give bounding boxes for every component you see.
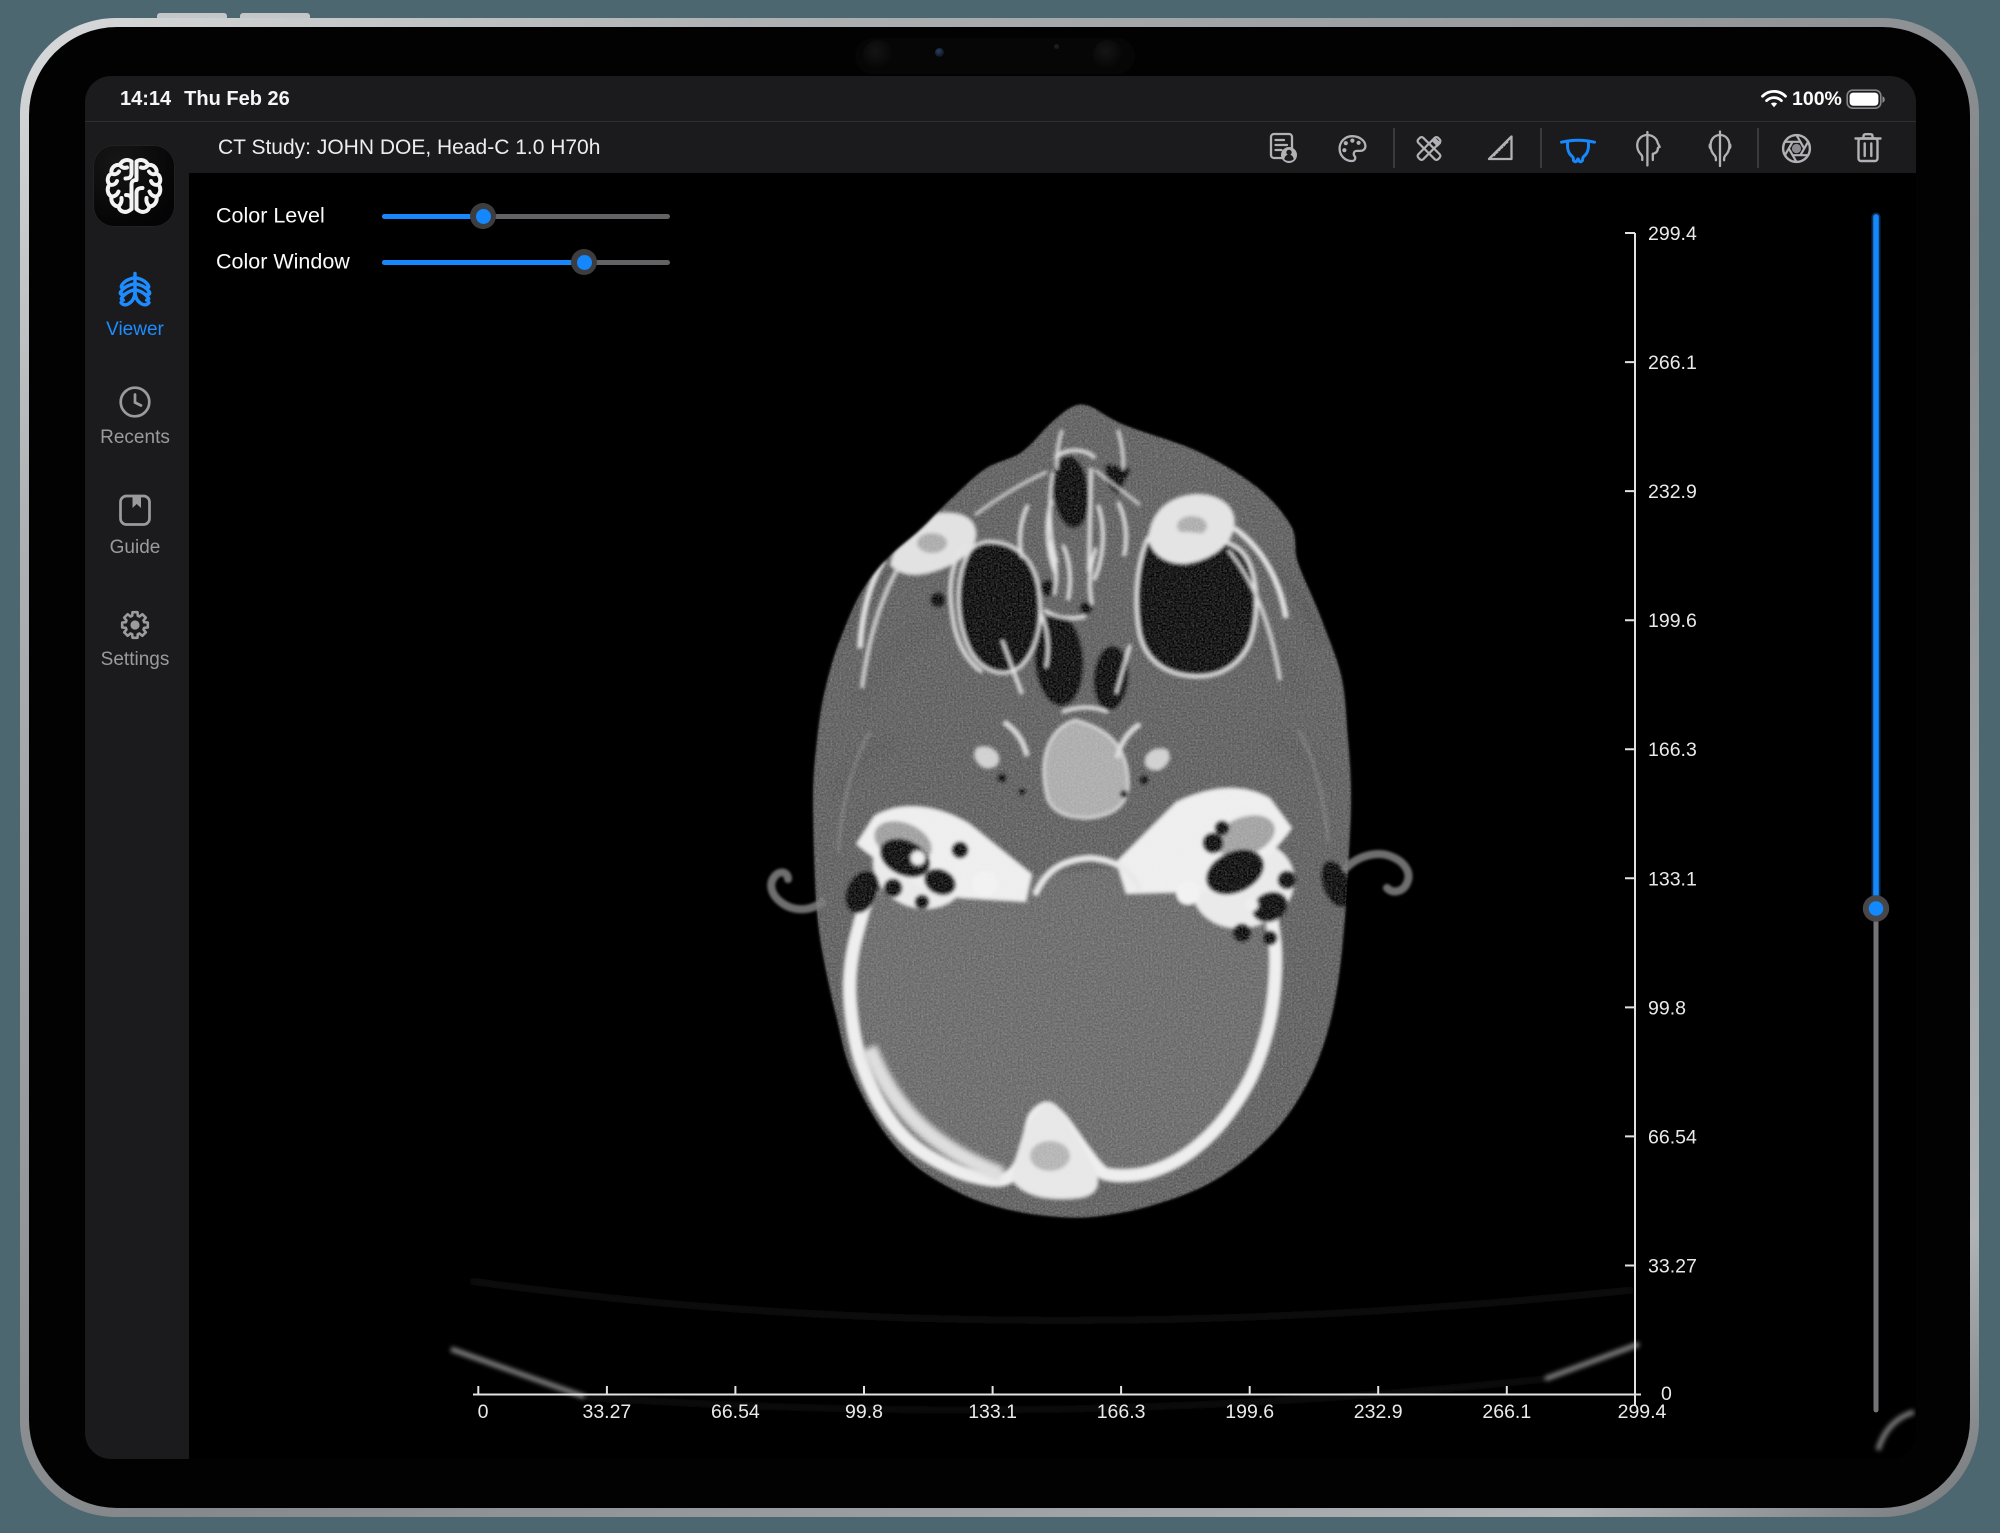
svg-text:199.6: 199.6 [1648,610,1697,632]
svg-text:33.27: 33.27 [1648,1256,1697,1278]
svg-text:66.54: 66.54 [711,1401,760,1423]
svg-text:299.4: 299.4 [1618,1401,1667,1423]
svg-text:133.1: 133.1 [1648,868,1697,890]
svg-text:0: 0 [478,1401,489,1423]
svg-text:99.8: 99.8 [1648,997,1686,1019]
svg-text:199.6: 199.6 [1225,1401,1274,1423]
svg-text:133.1: 133.1 [968,1401,1017,1423]
svg-text:299.4: 299.4 [1648,223,1697,245]
svg-text:232.9: 232.9 [1354,1401,1403,1423]
svg-text:99.8: 99.8 [845,1401,883,1423]
svg-text:266.1: 266.1 [1482,1401,1531,1423]
svg-text:266.1: 266.1 [1648,352,1697,374]
svg-text:166.3: 166.3 [1097,1401,1146,1423]
svg-text:33.27: 33.27 [582,1401,631,1423]
svg-text:232.9: 232.9 [1648,481,1697,503]
svg-text:66.54: 66.54 [1648,1126,1697,1148]
svg-text:166.3: 166.3 [1648,739,1697,761]
